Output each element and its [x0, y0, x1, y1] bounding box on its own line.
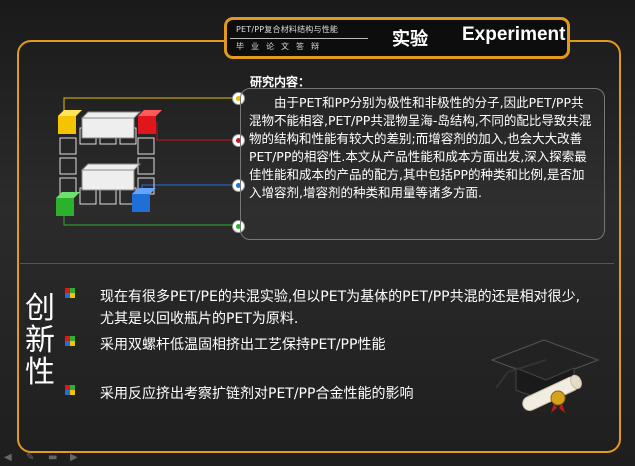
innovation-bullet-2: 采用双螺杆低温固相挤出工艺保持PET/PP性能 [100, 337, 386, 353]
pen-icon[interactable]: ✎ [26, 452, 34, 464]
section-title-en: Experiment [462, 24, 566, 45]
bullet-icon [65, 336, 75, 346]
innovation-char-1: 创 [25, 291, 55, 326]
section-title-cn: 实验 [392, 29, 428, 50]
research-body: 由于PET和PP分别为极性和非极性的分子,因此PET/PP共混物不能相容,PET… [249, 95, 592, 200]
innovation-bullet-3: 采用反应挤出考察扩链剂对PET/PP合金性能的影响 [100, 386, 414, 402]
previous-icon[interactable]: ◀ [4, 452, 12, 464]
innovation-char-2: 新 [25, 323, 55, 358]
innovation-char-3: 性 [25, 355, 55, 390]
section-divider [20, 263, 614, 264]
course-title: PET/PP复合材料结构与性能 [236, 25, 339, 34]
header-divider [230, 38, 368, 39]
bullet-icon [65, 288, 75, 298]
diploma-icon [522, 374, 582, 413]
bullet-icon [65, 385, 75, 395]
next-icon[interactable]: ▶ [70, 452, 78, 464]
innovation-bullet-1: 现在有很多PET/PE的共混实验,但以PET为基体的PET/PP共混的还是相对很… [100, 289, 581, 327]
defense-subtitle: 毕业论文答辩 [236, 42, 326, 51]
slides-menu-icon[interactable]: ▬ [48, 452, 57, 464]
slide: PET/PP复合材料结构与性能 毕业论文答辩 实验 Experiment 研究内… [0, 0, 635, 466]
cube-diagram-icon [56, 97, 238, 226]
